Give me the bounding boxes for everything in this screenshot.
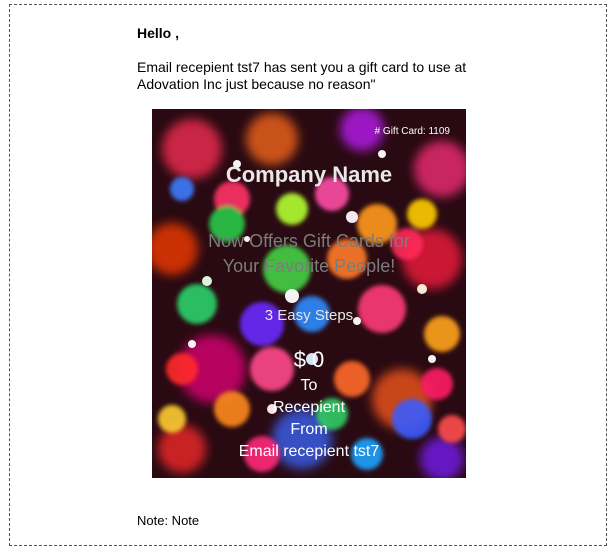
to-label: To [300, 377, 318, 394]
tagline-line-1: Now Offers Gift Cards for [208, 231, 410, 251]
from-label: From [290, 421, 328, 438]
gift-message-line-1: Email recepient tst7 has sent you a gift… [137, 59, 467, 75]
gift-message-line-2: Adovation Inc just because no reason" [137, 76, 376, 92]
easy-steps-text: 3 Easy Steps [264, 307, 354, 324]
gift-card-amount: $ 0 [293, 347, 325, 372]
gift-card-recipient-block: To Recepient From Email recepient tst7 [152, 375, 466, 463]
gift-card-image: # Gift Card: 1109 Company Name Now Offer… [152, 109, 466, 478]
tagline-line-2: Your Favorite People! [222, 256, 396, 276]
gift-note: Note: Note [137, 513, 200, 528]
company-name: Company Name [225, 162, 393, 187]
gift-card-number: # Gift Card: 1109 [374, 126, 450, 137]
recipient-name: Recepient [272, 399, 346, 416]
sender-name: Email recepient tst7 [238, 443, 380, 460]
greeting: Hello , [137, 25, 180, 41]
gift-card-text: # Gift Card: 1109 Company Name Now Offer… [152, 109, 466, 478]
gift-card-tagline: Now Offers Gift Cards for Your Favorite … [172, 229, 446, 279]
gift-message: Email recepient tst7 has sent you a gift… [137, 59, 497, 93]
